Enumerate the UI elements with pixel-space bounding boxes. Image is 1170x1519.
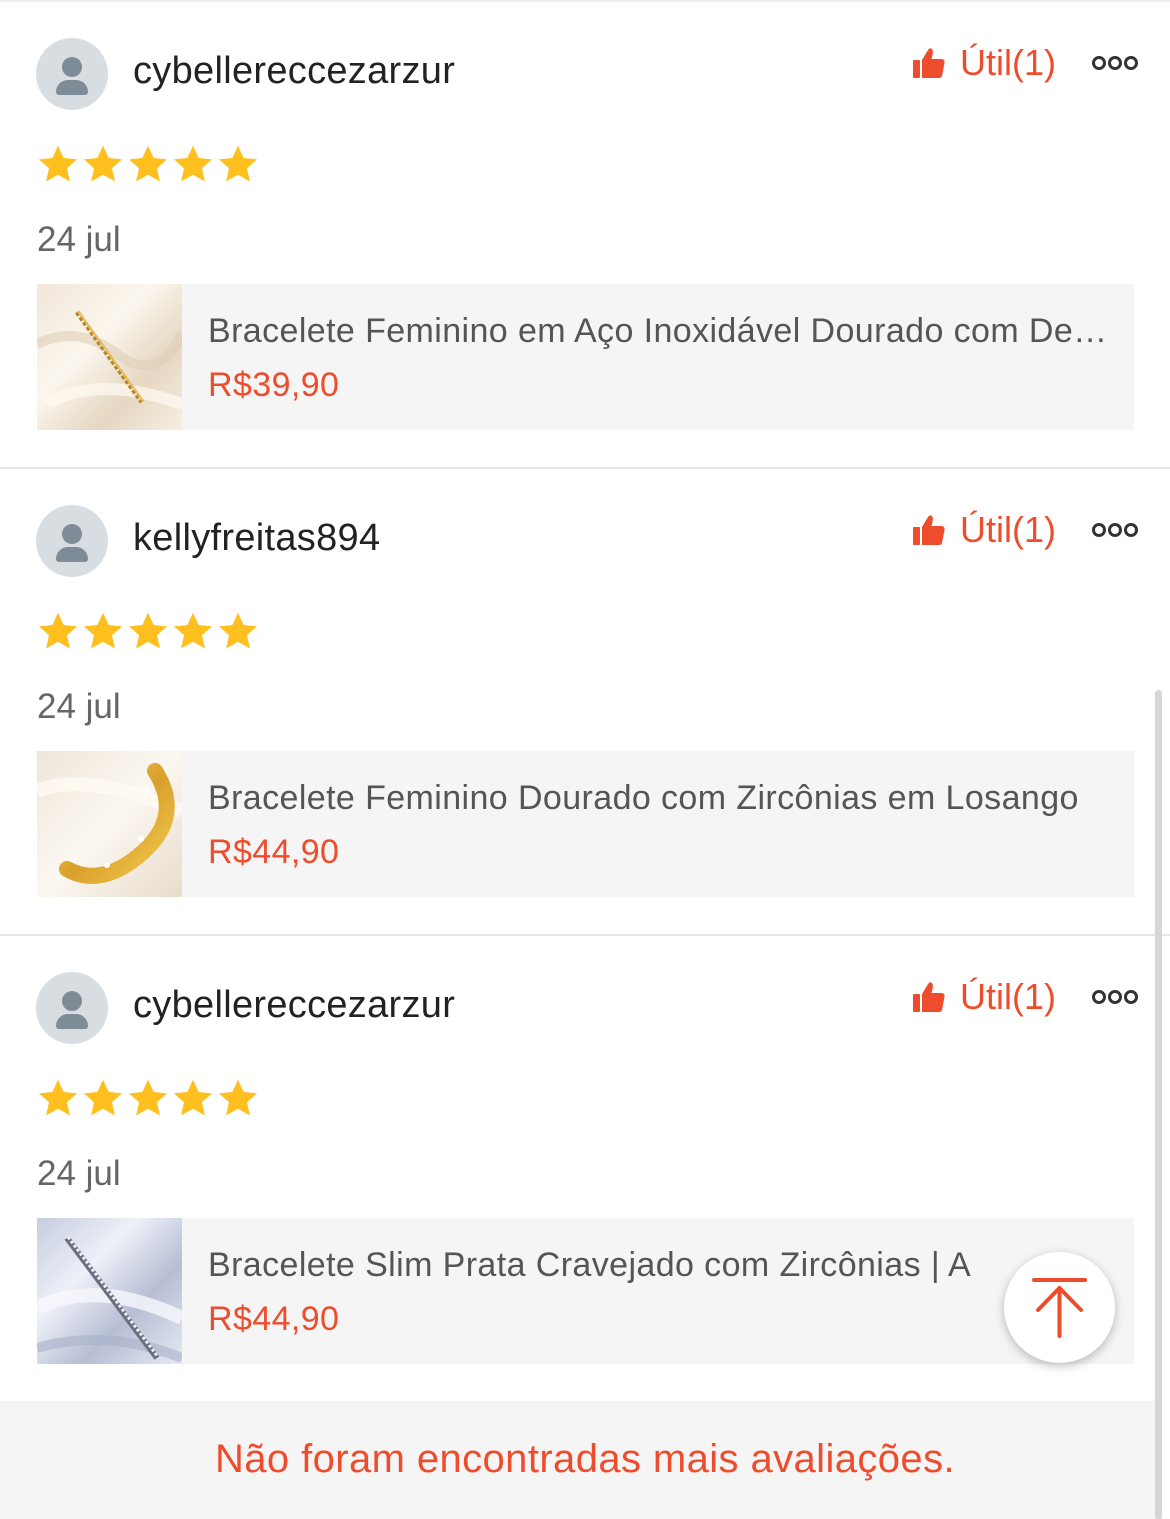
helpful-button[interactable]: Útil(1) <box>912 972 1056 1022</box>
username[interactable]: cybellereccezarzur <box>133 984 455 1027</box>
review-date: 24 jul <box>37 1154 121 1193</box>
star-icon <box>83 145 123 182</box>
product-price: R$44,90 <box>208 833 340 871</box>
review-item: cybellereccezarzur Útil(1) 24 jul Bracel… <box>0 2 1170 469</box>
star-icon <box>218 1079 258 1116</box>
back-to-top-button[interactable] <box>1004 1252 1115 1363</box>
rating-stars <box>36 1077 260 1121</box>
review-date: 24 jul <box>37 687 121 726</box>
product-price: R$44,90 <box>208 1300 340 1338</box>
user-placeholder-body <box>56 1014 88 1029</box>
product-thumbnail <box>37 284 182 430</box>
user-placeholder-body <box>56 80 88 95</box>
product-card[interactable]: Bracelete Slim Prata Cravejado com Zircô… <box>37 1218 1134 1364</box>
product-thumbnail <box>37 751 182 897</box>
no-more-reviews-message: Não foram encontradas mais avaliações. <box>214 1437 955 1481</box>
username[interactable]: kellyfreitas894 <box>133 517 380 560</box>
scrollbar[interactable] <box>1155 690 1162 1519</box>
star-icon <box>218 145 258 182</box>
thumbs-up-icon <box>913 982 945 1012</box>
helpful-button[interactable]: Útil(1) <box>912 505 1056 555</box>
user-placeholder-icon <box>62 524 82 544</box>
rating-stars <box>36 610 260 654</box>
star-icon <box>38 612 78 649</box>
thumbs-up-icon <box>913 515 945 545</box>
thumbs-up-icon <box>913 48 945 78</box>
rating-stars <box>36 143 260 187</box>
product-name: Bracelete Feminino em Aço Inoxidável Dou… <box>208 312 1120 350</box>
product-price: R$39,90 <box>208 366 340 404</box>
review-item: kellyfreitas894 Útil(1) 24 jul Bracelete… <box>0 469 1170 936</box>
helpful-button[interactable]: Útil(1) <box>912 38 1056 88</box>
product-card[interactable]: Bracelete Feminino Dourado com Zircônias… <box>37 751 1134 897</box>
more-dots-icon[interactable] <box>1092 517 1138 543</box>
star-icon <box>38 1079 78 1116</box>
star-icon <box>173 145 213 182</box>
star-icon <box>83 612 123 649</box>
more-dots-icon[interactable] <box>1092 984 1138 1010</box>
star-icon <box>38 145 78 182</box>
helpful-label: Útil(1) <box>960 42 1056 83</box>
review-date: 24 jul <box>37 220 121 259</box>
end-of-list-footer: Não foram encontradas mais avaliações. <box>0 1401 1155 1519</box>
helpful-label: Útil(1) <box>960 976 1056 1017</box>
user-placeholder-icon <box>62 57 82 77</box>
product-name: Bracelete Feminino Dourado com Zircônias… <box>208 779 1079 817</box>
review-item: cybellereccezarzur Útil(1) 24 jul Bracel… <box>0 936 1170 1403</box>
star-icon <box>173 1079 213 1116</box>
star-icon <box>128 612 168 649</box>
star-icon <box>218 612 258 649</box>
avatar[interactable] <box>36 505 108 577</box>
helpful-label: Útil(1) <box>960 509 1056 550</box>
more-dots-icon[interactable] <box>1092 50 1138 76</box>
star-icon <box>173 612 213 649</box>
star-icon <box>128 1079 168 1116</box>
product-name: Bracelete Slim Prata Cravejado com Zircô… <box>208 1246 972 1284</box>
star-icon <box>83 1079 123 1116</box>
user-placeholder-body <box>56 547 88 562</box>
username[interactable]: cybellereccezarzur <box>133 50 455 93</box>
product-thumbnail <box>37 1218 182 1364</box>
user-placeholder-icon <box>62 991 82 1011</box>
avatar[interactable] <box>36 972 108 1044</box>
avatar[interactable] <box>36 38 108 110</box>
product-card[interactable]: Bracelete Feminino em Aço Inoxidável Dou… <box>37 284 1134 430</box>
arrow-up-icon <box>1032 1278 1087 1338</box>
star-icon <box>128 145 168 182</box>
